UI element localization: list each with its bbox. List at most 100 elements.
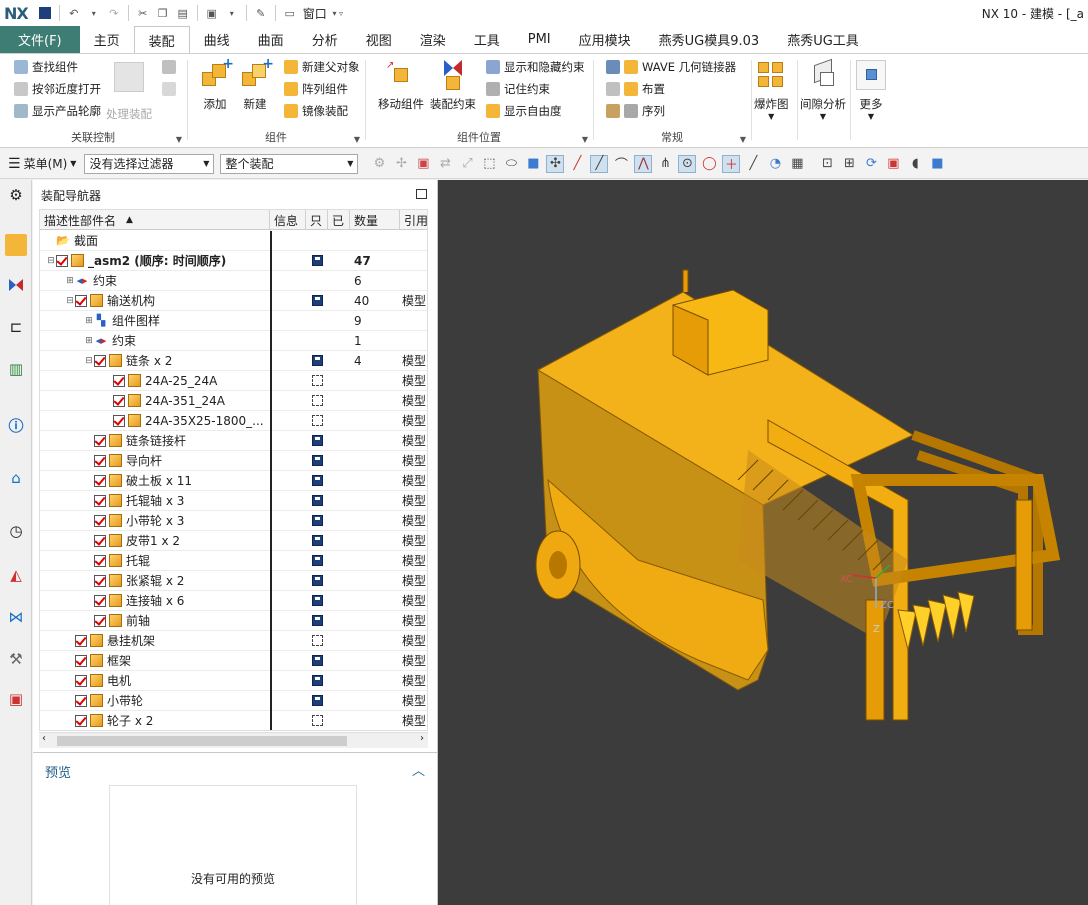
move-component-button[interactable]: ↗ 移动组件 <box>378 60 424 112</box>
rotate-icon[interactable]: ⟳ <box>862 155 880 173</box>
sequence-button[interactable]: 序列 <box>606 103 665 119</box>
table-row[interactable]: 小带轮 x 3 模型 <box>40 510 427 531</box>
cut-icon[interactable]: ✂ <box>134 4 152 22</box>
window-menu-caret-icon[interactable]: ▾ ▿ <box>329 4 347 22</box>
table-row[interactable]: 📂 截面 <box>40 230 427 251</box>
assembly-navigator-icon[interactable] <box>5 234 27 256</box>
face-rule-icon[interactable]: ▣ <box>414 155 432 173</box>
view-layout-icon[interactable]: ▣ <box>203 4 221 22</box>
assoc-extra-icon[interactable] <box>162 60 176 74</box>
open-by-proximity-button[interactable]: 按邻近度打开 <box>14 81 101 97</box>
tab-pmi[interactable]: PMI <box>514 26 565 53</box>
constraint-navigator-icon[interactable] <box>5 274 27 296</box>
window-menu[interactable]: 窗口 <box>303 5 327 22</box>
clearance-analysis-button[interactable]: 间隙分析 ▼ <box>800 58 846 121</box>
show-product-outline-button[interactable]: 显示产品轮廓 <box>14 103 101 119</box>
column-header-name[interactable]: 描述性部件名 ▲ <box>40 210 270 230</box>
assembly-constraint-button[interactable]: 装配约束 <box>430 60 476 112</box>
graphics-window[interactable]: ZC Z XC <box>438 180 1088 905</box>
scroll-left-icon[interactable]: ‹ <box>42 733 46 744</box>
show-dof-button[interactable]: 显示自由度 <box>486 103 562 119</box>
type-filter-dropdown[interactable]: 没有选择过滤器 ▼ <box>84 153 215 174</box>
new-parent-button[interactable]: 新建父对象 <box>284 59 360 75</box>
curve-rule-icon[interactable]: ⇄ <box>436 155 454 173</box>
column-header-quantity[interactable]: 数量 <box>350 210 400 230</box>
mirror-assembly-button[interactable]: 镜像装配 <box>284 103 348 119</box>
collapse-toggle-icon[interactable]: ⊟ <box>46 256 56 266</box>
info-icon[interactable]: ⓘ <box>5 414 27 436</box>
column-header-readonly[interactable]: 只 <box>306 210 328 230</box>
table-row[interactable]: ⊟ 输送机构 40 模型 <box>40 290 427 311</box>
table-row[interactable]: ⊞ ▚ 组件图样 9 <box>40 310 427 331</box>
shaded-cube-icon[interactable]: ■ <box>928 155 946 173</box>
group-caret-icon[interactable]: ▼ <box>740 135 746 144</box>
visibility-checkbox[interactable] <box>113 414 125 427</box>
visibility-checkbox[interactable] <box>94 534 106 547</box>
save-icon[interactable] <box>36 4 54 22</box>
table-row[interactable]: 连接轴 x 6 模型 <box>40 590 427 611</box>
bounded-grid-icon[interactable]: ▦ <box>788 155 806 173</box>
table-row[interactable]: ⊟ 链条 x 2 4 模型 <box>40 350 427 371</box>
zoom-icon[interactable]: ⊞ <box>840 155 858 173</box>
tab-analysis[interactable]: 分析 <box>298 26 352 53</box>
visibility-checkbox[interactable] <box>75 714 87 727</box>
explode-caret-icon[interactable]: ▼ <box>768 112 774 121</box>
visibility-checkbox[interactable] <box>94 594 106 607</box>
copy-icon[interactable]: ❐ <box>154 4 172 22</box>
undo-dropdown-icon[interactable]: ▾ <box>85 4 103 22</box>
column-header-modified[interactable]: 已 <box>328 210 350 230</box>
process-assembly-button[interactable]: 处理装配 <box>106 62 152 122</box>
intent-icon[interactable]: ⤢ <box>458 155 476 173</box>
table-row[interactable]: 轮子 x 2 模型 <box>40 710 427 730</box>
group-caret-icon[interactable]: ▼ <box>354 135 360 144</box>
history-clock-icon[interactable]: ◷ <box>5 520 27 542</box>
table-row[interactable]: 张紧辊 x 2 模型 <box>40 570 427 591</box>
group-caret-icon[interactable]: ▼ <box>176 135 182 144</box>
arrangement-button[interactable]: 布置 <box>606 81 665 97</box>
maximize-icon[interactable] <box>416 189 427 199</box>
table-row[interactable]: 托辊 模型 <box>40 550 427 571</box>
visibility-checkbox[interactable] <box>75 674 87 687</box>
table-row[interactable]: ⊞ ◀ ▶ 约束 1 <box>40 330 427 351</box>
visibility-checkbox[interactable] <box>94 574 106 587</box>
tab-surface[interactable]: 曲面 <box>244 26 298 53</box>
visibility-checkbox[interactable] <box>113 394 125 407</box>
tab-curve[interactable]: 曲线 <box>190 26 244 53</box>
collapse-toggle-icon[interactable]: ⊟ <box>84 356 94 366</box>
control-point-icon[interactable]: ⌒ <box>612 155 630 173</box>
group-caret-icon[interactable]: ▼ <box>582 135 588 144</box>
visibility-checkbox[interactable] <box>94 494 106 507</box>
table-row[interactable]: ⊟ _asm2 (顺序: 时间顺序) 47 <box>40 250 427 271</box>
touch-mode-icon[interactable]: ✎ <box>252 4 270 22</box>
expand-toggle-icon[interactable]: ⊞ <box>84 336 94 346</box>
tab-home[interactable]: 主页 <box>80 26 134 53</box>
intersection-icon[interactable]: ⋀ <box>634 154 653 173</box>
table-row[interactable]: 24A-351_24A 模型 <box>40 390 427 411</box>
expand-toggle-icon[interactable]: ⊞ <box>65 276 75 286</box>
undo-icon[interactable]: ↶ <box>65 4 83 22</box>
visibility-checkbox[interactable] <box>94 434 106 447</box>
render-style-icon[interactable]: ◖ <box>906 155 924 173</box>
table-row[interactable]: 破土板 x 11 模型 <box>40 470 427 491</box>
point-on-curve-icon[interactable]: ╱ <box>744 155 762 173</box>
visibility-checkbox[interactable] <box>75 634 87 647</box>
more-caret-icon[interactable]: ▼ <box>868 112 874 121</box>
visibility-checkbox[interactable] <box>94 614 106 627</box>
visibility-checkbox[interactable] <box>75 294 87 307</box>
find-component-button[interactable]: 查找组件 <box>14 59 78 75</box>
tab-app-modules[interactable]: 应用模块 <box>565 26 645 53</box>
fit-view-icon[interactable]: ⊡ <box>818 155 836 173</box>
scroll-right-icon[interactable]: › <box>420 733 424 744</box>
table-row[interactable]: 小带轮 模型 <box>40 690 427 711</box>
table-row[interactable]: 框架 模型 <box>40 650 427 671</box>
table-row[interactable]: 皮带1 x 2 模型 <box>40 530 427 551</box>
tab-file[interactable]: 文件(F) <box>0 26 80 53</box>
more-button[interactable]: 更多 ▼ <box>856 60 886 121</box>
clearance-caret-icon[interactable]: ▼ <box>820 112 826 121</box>
show-hide-constraint-button[interactable]: 显示和隐藏约束 <box>486 59 585 75</box>
array-component-button[interactable]: 阵列组件 <box>284 81 348 97</box>
visualization-icon[interactable]: ◭ <box>5 564 27 586</box>
table-row[interactable]: ⊞ ◀ ▶ 约束 6 <box>40 270 427 291</box>
snap-point-icon[interactable]: ✣ <box>546 154 565 173</box>
paste-icon[interactable]: ▤ <box>174 4 192 22</box>
